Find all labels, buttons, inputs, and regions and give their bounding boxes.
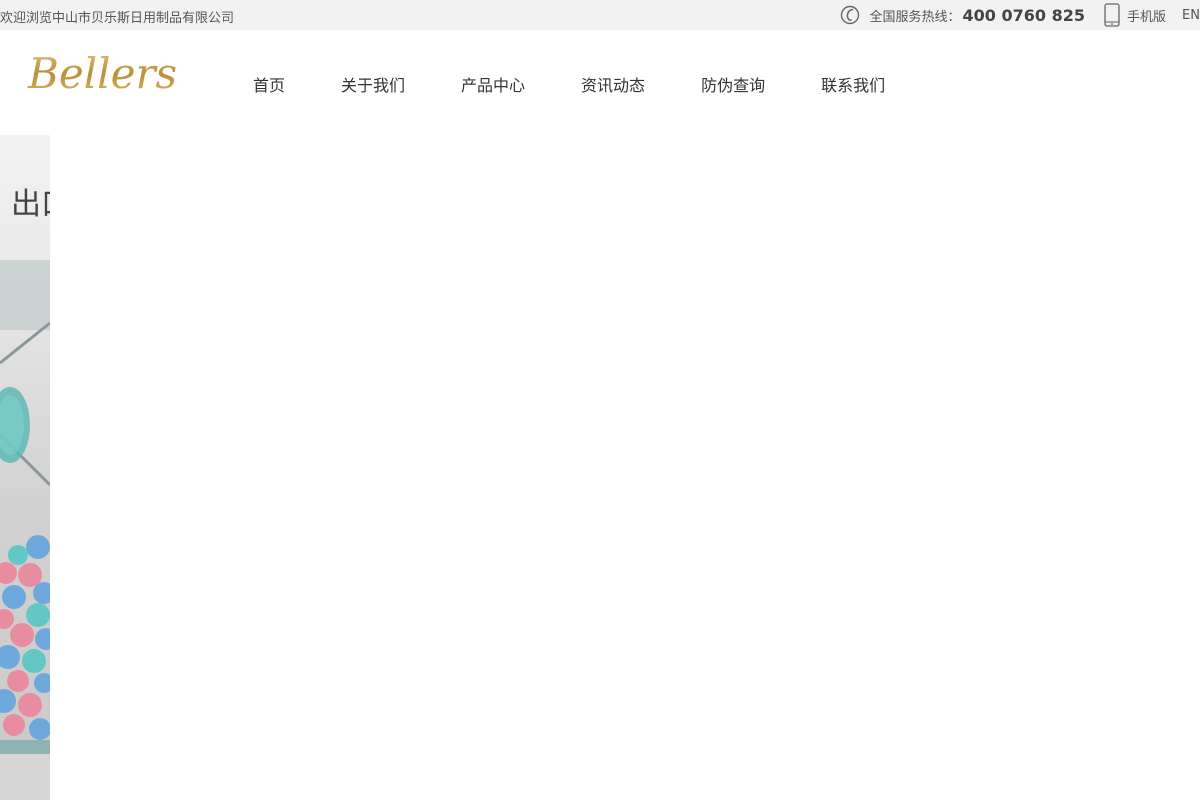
nav-anti-counterfeit[interactable]: 防伪查询 [701,72,765,96]
banner-heading: 出口 [11,187,50,222]
main-nav: 首页 关于我们 产品中心 资讯动态 防伪查询 联系我们 [253,72,885,96]
logo-text: Bellers [27,50,177,98]
bellers-logo[interactable]: Bellers [26,50,198,100]
mobile-phone-icon [1104,3,1120,27]
banner-image [0,135,50,800]
top-bar: 欢迎浏览中山市贝乐斯日用制品有限公司 全国服务热线： 400 0760 825 … [0,0,1200,30]
nav-news[interactable]: 资讯动态 [581,72,645,96]
nav-products[interactable]: 产品中心 [461,72,525,96]
nav-contact-us[interactable]: 联系我们 [821,72,885,96]
welcome-text: 欢迎浏览中山市贝乐斯日用制品有限公司 [0,11,235,26]
phone-icon [840,5,859,25]
hotline-label: 全国服务热线： [869,9,961,25]
hotline-number: 400 0760 825 [962,5,1085,25]
hero-banner[interactable]: 出口 [0,135,50,800]
site-header: Bellers 首页 关于我们 产品中心 资讯动态 防伪查询 联系我们 [0,30,1200,135]
english-link[interactable]: EN [1182,8,1200,23]
mobile-version-link[interactable]: 手机版 [1127,6,1166,25]
top-bar-right: 全国服务热线： 400 0760 825 手机版 EN [840,0,1200,30]
nav-home[interactable]: 首页 [253,72,285,96]
nav-about-us[interactable]: 关于我们 [341,72,405,96]
